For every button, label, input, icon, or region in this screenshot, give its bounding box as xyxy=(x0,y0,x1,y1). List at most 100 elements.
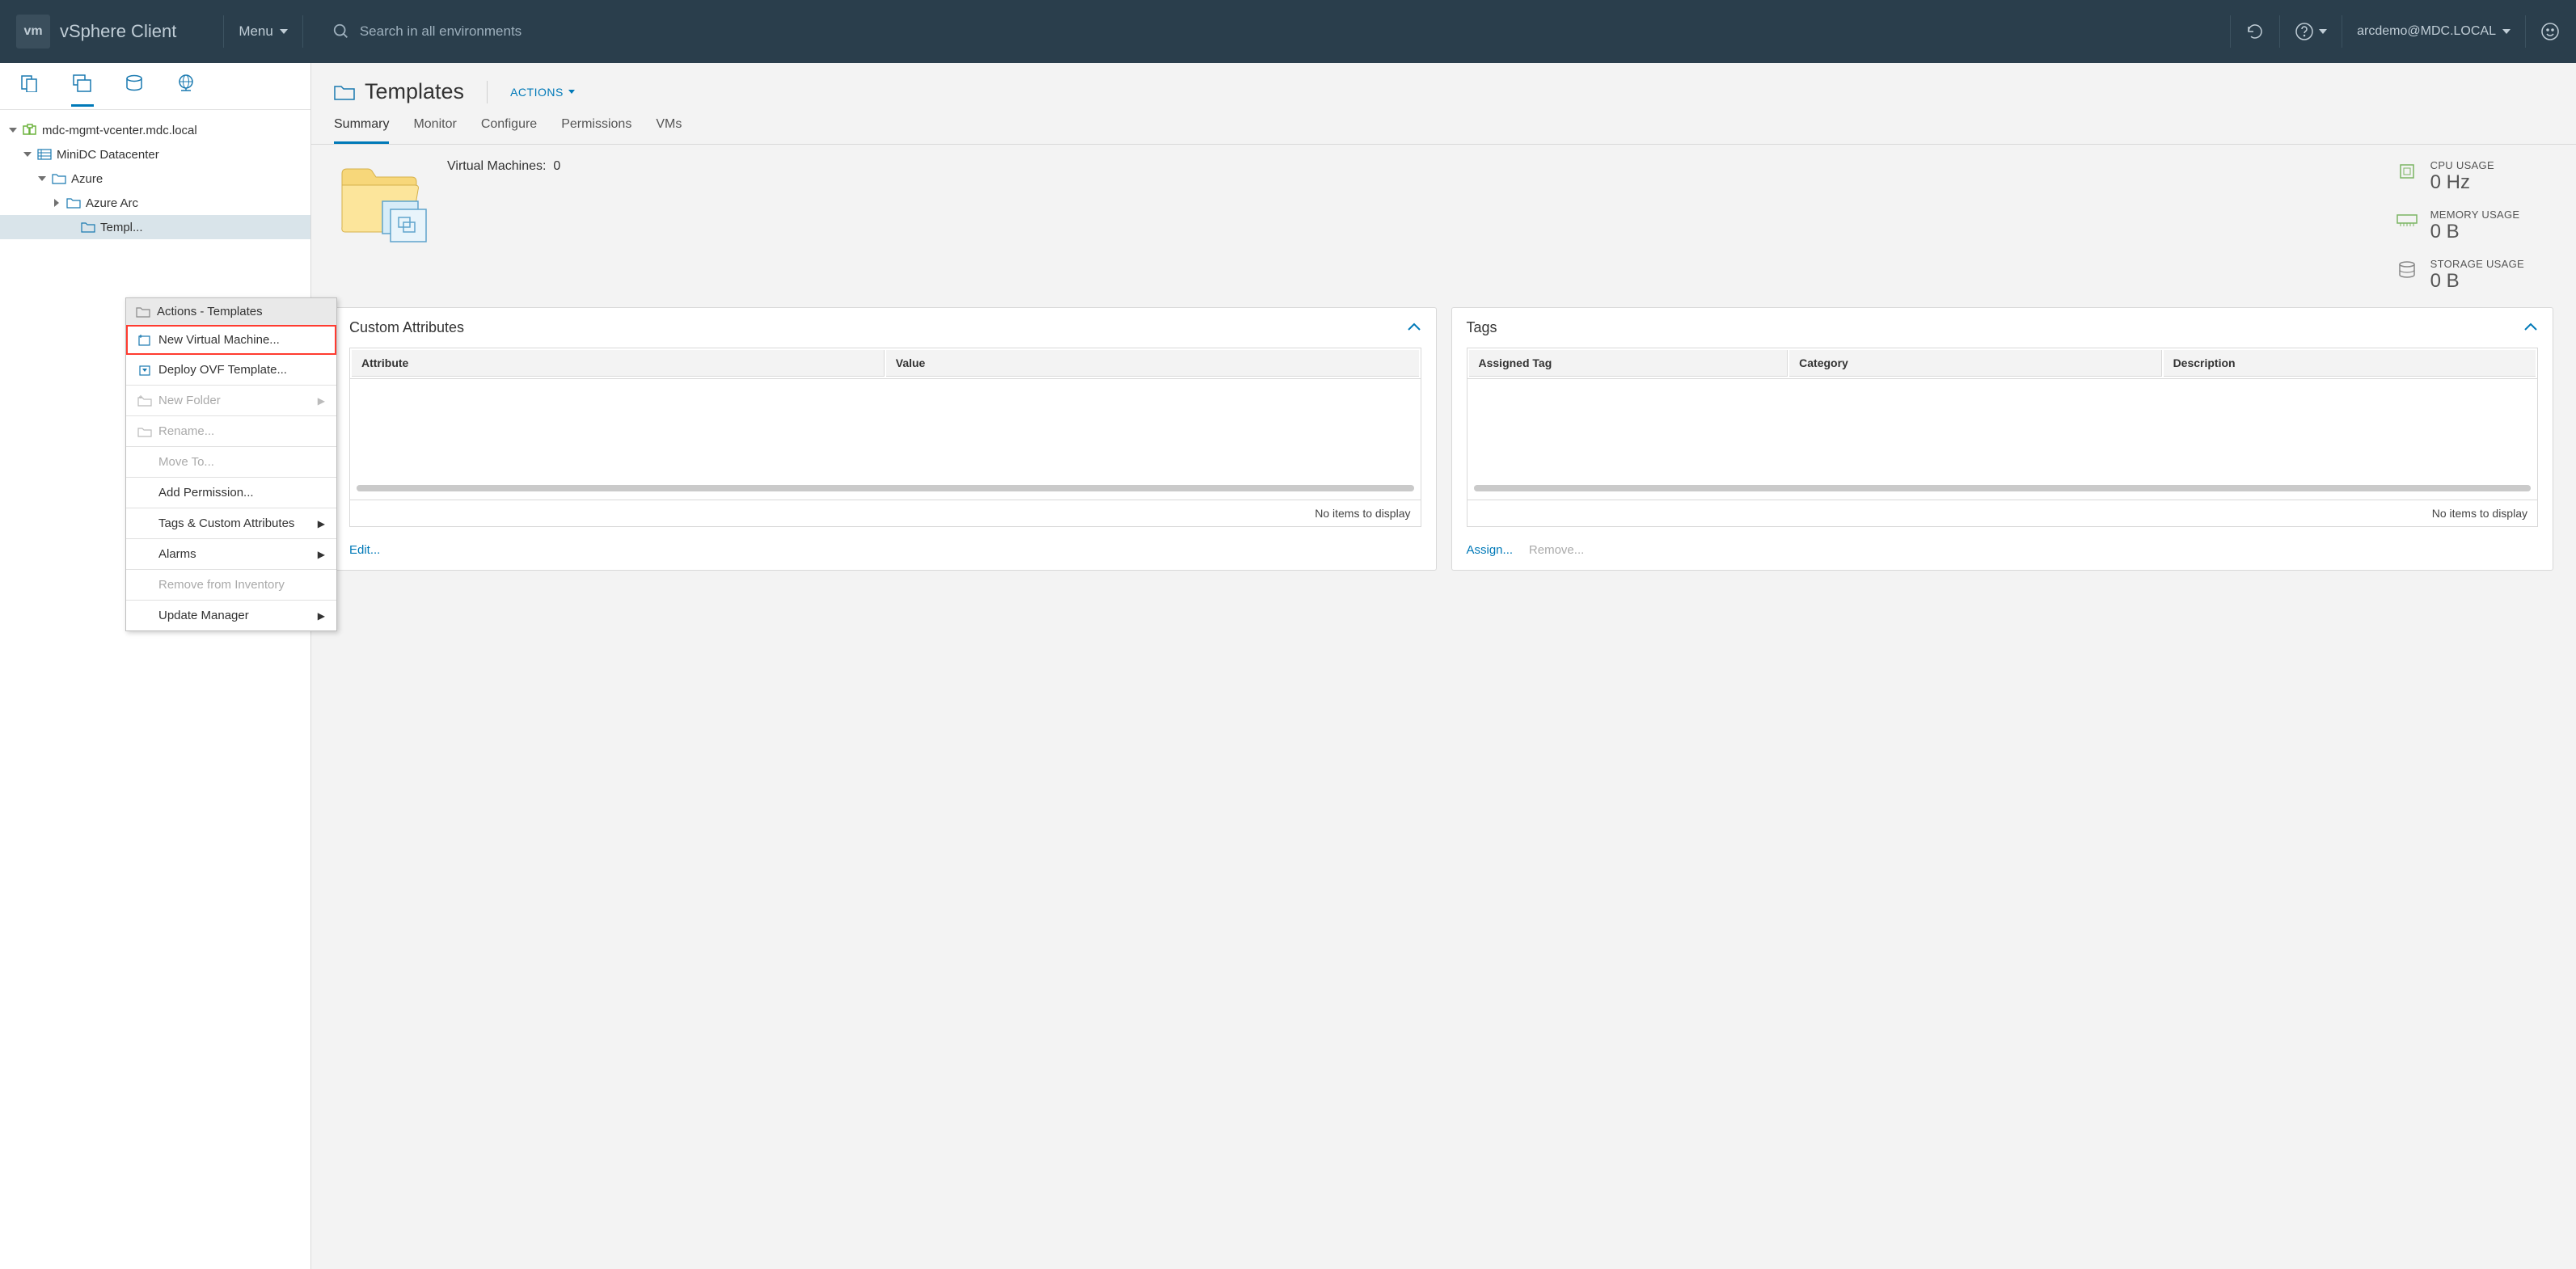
horizontal-scrollbar[interactable] xyxy=(1474,485,2532,491)
context-item-label: Deploy OVF Template... xyxy=(158,363,287,377)
hosts-icon xyxy=(21,74,40,92)
context-remove-inventory: Remove from Inventory xyxy=(126,570,336,601)
storage-icon xyxy=(125,74,144,92)
caret-right-icon xyxy=(52,199,61,207)
help-button[interactable] xyxy=(2295,22,2327,41)
submenu-arrow-icon: ▶ xyxy=(318,610,325,622)
collapse-button[interactable] xyxy=(2523,319,2538,336)
user-menu[interactable]: arcdemo@MDC.LOCAL xyxy=(2357,24,2511,39)
tree-folder-azure[interactable]: Azure xyxy=(0,167,310,191)
memory-icon xyxy=(2397,210,2418,231)
tab-hosts[interactable] xyxy=(19,74,42,107)
tab-permissions[interactable]: Permissions xyxy=(561,117,631,144)
new-folder-icon xyxy=(137,394,152,407)
caret-down-icon xyxy=(37,176,47,181)
actions-button[interactable]: ACTIONS xyxy=(510,86,575,99)
tab-summary[interactable]: Summary xyxy=(334,117,389,144)
folder-icon xyxy=(334,83,355,101)
tree-label: mdc-mgmt-vcenter.mdc.local xyxy=(42,124,197,137)
separator xyxy=(2279,15,2280,48)
context-menu-header: Actions - Templates xyxy=(126,298,336,325)
folder-thumbnail xyxy=(334,159,431,248)
separator xyxy=(487,81,488,103)
smiley-button[interactable] xyxy=(2540,22,2560,41)
refresh-icon xyxy=(2245,22,2265,41)
cpu-value: 0 Hz xyxy=(2430,171,2494,194)
tree-vcenter[interactable]: mdc-mgmt-vcenter.mdc.local xyxy=(0,118,310,142)
separator xyxy=(2230,15,2231,48)
vm-count-label: Virtual Machines: xyxy=(447,159,546,173)
chevron-down-icon xyxy=(2502,29,2511,34)
logo-text: vm xyxy=(23,24,42,39)
vms-templates-icon xyxy=(73,74,92,92)
context-menu-title: Actions - Templates xyxy=(157,305,263,318)
tab-monitor[interactable]: Monitor xyxy=(413,117,456,144)
ovf-icon xyxy=(137,364,152,377)
tree-datacenter[interactable]: MiniDC Datacenter xyxy=(0,142,310,167)
separator xyxy=(2525,15,2526,48)
context-update-manager[interactable]: Update Manager ▶ xyxy=(126,601,336,630)
tab-configure[interactable]: Configure xyxy=(481,117,537,144)
caret-down-icon xyxy=(23,152,32,157)
main-header: Templates ACTIONS xyxy=(311,63,2576,104)
edit-button[interactable]: Edit... xyxy=(349,543,380,557)
no-items-label: No items to display xyxy=(1467,500,2539,527)
chevron-down-icon xyxy=(2319,29,2327,34)
actions-label: ACTIONS xyxy=(510,86,564,99)
assign-button[interactable]: Assign... xyxy=(1467,543,1514,557)
search-input[interactable] xyxy=(360,23,683,40)
card-body: Assigned Tag Category Description No ite… xyxy=(1452,348,2553,537)
tab-storage[interactable] xyxy=(123,74,146,107)
cards-row: Custom Attributes Attribute Value xyxy=(311,293,2576,585)
tree-label: Azure xyxy=(71,172,103,186)
tab-networking[interactable] xyxy=(175,74,197,107)
card-body: Attribute Value No items to display xyxy=(335,348,1436,537)
tree-folder-templates[interactable]: Templ... xyxy=(0,215,310,239)
context-new-vm[interactable]: New Virtual Machine... xyxy=(126,325,336,355)
context-alarms[interactable]: Alarms ▶ xyxy=(126,539,336,570)
tree-label: MiniDC Datacenter xyxy=(57,148,159,162)
separator xyxy=(223,15,224,48)
context-item-label: Add Permission... xyxy=(158,486,254,500)
submenu-arrow-icon: ▶ xyxy=(318,518,325,529)
context-add-permission[interactable]: Add Permission... xyxy=(126,478,336,508)
attributes-table: Attribute Value xyxy=(349,348,1421,379)
refresh-button[interactable] xyxy=(2245,22,2265,41)
table-body xyxy=(1467,379,2539,500)
context-item-label: Move To... xyxy=(158,455,214,469)
no-items-label: No items to display xyxy=(349,500,1421,527)
card-footer: Edit... xyxy=(335,537,1436,570)
tab-vms-templates[interactable] xyxy=(71,74,94,107)
col-assigned-tag: Assigned Tag xyxy=(1469,350,1788,377)
search-bar xyxy=(332,23,2215,40)
collapse-button[interactable] xyxy=(1407,319,1421,336)
main-panel: Templates ACTIONS Summary Monitor Config… xyxy=(311,63,2576,1269)
context-tags-attrs[interactable]: Tags & Custom Attributes ▶ xyxy=(126,508,336,539)
col-value: Value xyxy=(886,350,1419,377)
card-header: Tags xyxy=(1452,308,2553,348)
context-deploy-ovf[interactable]: Deploy OVF Template... xyxy=(126,355,336,386)
storage-icon xyxy=(2397,259,2418,280)
tab-vms[interactable]: VMs xyxy=(656,117,682,144)
col-category: Category xyxy=(1789,350,2161,377)
context-item-label: Update Manager xyxy=(158,609,249,622)
summary-row: Virtual Machines: 0 CPU USAGE 0 Hz xyxy=(311,145,2576,293)
header-right: arcdemo@MDC.LOCAL xyxy=(2215,15,2560,48)
context-item-label: Tags & Custom Attributes xyxy=(158,516,294,530)
menu-button[interactable]: Menu xyxy=(239,23,288,40)
horizontal-scrollbar[interactable] xyxy=(357,485,1414,491)
app-header: vm vSphere Client Menu arcdemo@MDC.LOCAL xyxy=(0,0,2576,63)
sidebar-tabs xyxy=(0,63,310,110)
smiley-icon xyxy=(2540,22,2560,41)
separator xyxy=(302,15,303,48)
tree-folder-azurearc[interactable]: Azure Arc xyxy=(0,191,310,215)
folder-icon xyxy=(136,306,150,318)
card-title: Tags xyxy=(1467,319,1497,336)
page-title-row: Templates xyxy=(334,79,464,104)
folder-icon xyxy=(52,172,66,185)
main-tabs: Summary Monitor Configure Permissions VM… xyxy=(311,104,2576,145)
card-custom-attributes: Custom Attributes Attribute Value xyxy=(334,307,1437,571)
chevron-down-icon xyxy=(280,29,288,34)
card-header: Custom Attributes xyxy=(335,308,1436,348)
submenu-arrow-icon: ▶ xyxy=(318,549,325,560)
